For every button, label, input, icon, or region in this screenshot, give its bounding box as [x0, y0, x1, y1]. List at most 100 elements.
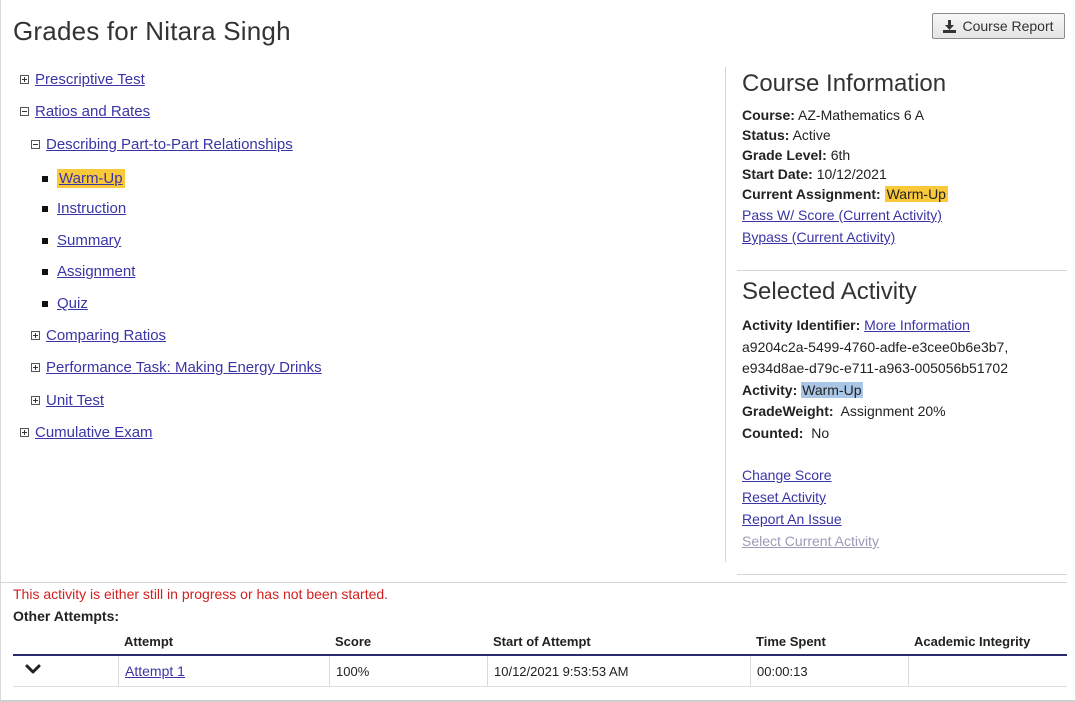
table-row: Attempt 1 100% 10/12/2021 9:53:53 AM 00:…: [13, 656, 1067, 687]
tree-node-assignment: Assignment: [42, 263, 135, 280]
course-value: AZ-Mathematics 6 A: [798, 107, 925, 123]
select-current-activity-link: Select Current Activity: [742, 533, 879, 549]
tree-link-comparing-ratios[interactable]: Comparing Ratios: [46, 327, 166, 344]
activity-identifier-line: Activity Identifier: More Information: [742, 317, 970, 333]
status-line: Status: Active: [742, 127, 831, 143]
status-label: Status:: [742, 127, 790, 143]
integrity-cell: [908, 656, 1067, 686]
column-header-academic-integrity: Academic Integrity: [914, 634, 1031, 649]
change-score-link[interactable]: Change Score: [742, 467, 832, 483]
tree-node-warm-up: Warm-Up: [42, 169, 125, 188]
tree-node-describing: Describing Part-to-Part Relationships: [31, 136, 293, 153]
other-attempts-heading: Other Attempts:: [13, 608, 120, 624]
start-date-line: Start Date: 10/12/2021: [742, 166, 887, 182]
bypass-link[interactable]: Bypass (Current Activity): [742, 229, 895, 245]
tree-node-ratios-and-rates: Ratios and Rates: [20, 103, 150, 120]
current-assignment-value: Warm-Up: [884, 186, 948, 202]
reset-activity-link[interactable]: Reset Activity: [742, 489, 826, 505]
bullet-icon: [42, 205, 48, 212]
tree-node-prescriptive-test: Prescriptive Test: [20, 71, 145, 88]
attempt-cell: Attempt 1: [118, 656, 329, 686]
tree-node-instruction: Instruction: [42, 200, 126, 217]
tree-link-prescriptive-test[interactable]: Prescriptive Test: [35, 71, 145, 88]
course-line: Course: AZ-Mathematics 6 A: [742, 107, 924, 123]
start-cell: 10/12/2021 9:53:53 AM: [487, 656, 750, 686]
activity-label: Activity:: [742, 382, 798, 398]
score-cell: 100%: [329, 656, 487, 686]
identifier-value-2: e934d8ae-d79c-e711-a963-005056b51702: [742, 360, 1008, 376]
status-message: This activity is either still in progres…: [13, 586, 389, 602]
tree-link-ratios-and-rates[interactable]: Ratios and Rates: [35, 103, 150, 120]
section-divider: [737, 574, 1067, 575]
expand-icon[interactable]: [31, 363, 40, 372]
expand-icon[interactable]: [20, 75, 29, 84]
grades-page: Grades for Nitara Singh Course Report Pr…: [0, 0, 1076, 702]
counted-value: No: [811, 425, 830, 441]
gradeweight-line: GradeWeight: Assignment 20%: [742, 403, 946, 419]
report-issue-line: Report An Issue: [742, 511, 842, 527]
expand-icon[interactable]: [31, 331, 40, 340]
column-header-time-spent: Time Spent: [756, 634, 826, 649]
course-label: Course:: [742, 107, 795, 123]
bullet-icon: [42, 268, 48, 275]
vertical-divider: [725, 67, 726, 562]
tree-link-instruction[interactable]: Instruction: [57, 200, 126, 217]
grade-level-line: Grade Level: 6th: [742, 147, 850, 163]
tree-link-quiz[interactable]: Quiz: [57, 295, 88, 312]
selected-activity-heading: Selected Activity: [742, 278, 917, 305]
current-assignment-line: Current Assignment: Warm-Up: [742, 186, 948, 202]
course-report-label: Course Report: [962, 18, 1054, 34]
grade-level-value: 6th: [830, 147, 851, 163]
expand-icon[interactable]: [31, 396, 40, 405]
tree-node-cumulative-exam: Cumulative Exam: [20, 424, 153, 441]
pass-with-score-link[interactable]: Pass W/ Score (Current Activity): [742, 207, 942, 223]
tree-link-cumulative-exam[interactable]: Cumulative Exam: [35, 424, 153, 441]
tree-link-summary[interactable]: Summary: [57, 232, 121, 249]
pass-with-score-line: Pass W/ Score (Current Activity): [742, 207, 942, 223]
course-info-heading: Course Information: [742, 70, 947, 97]
activity-identifier-label: Activity Identifier:: [742, 317, 861, 333]
tree-link-describing[interactable]: Describing Part-to-Part Relationships: [46, 136, 293, 153]
tree-node-performance-task: Performance Task: Making Energy Drinks: [31, 359, 322, 376]
tree-link-performance-task[interactable]: Performance Task: Making Energy Drinks: [46, 359, 322, 376]
download-icon: [943, 19, 957, 33]
start-date-label: Start Date:: [742, 166, 813, 182]
tree-link-assignment[interactable]: Assignment: [57, 263, 135, 280]
activity-line: Activity: Warm-Up: [742, 382, 863, 398]
start-date-value: 10/12/2021: [816, 166, 887, 182]
reset-activity-line: Reset Activity: [742, 489, 826, 505]
section-divider: [737, 270, 1067, 271]
current-assignment-label: Current Assignment:: [742, 186, 881, 202]
report-issue-link[interactable]: Report An Issue: [742, 511, 842, 527]
tree-link-unit-test[interactable]: Unit Test: [46, 392, 104, 409]
grade-level-label: Grade Level:: [742, 147, 827, 163]
tree-node-unit-test: Unit Test: [31, 392, 104, 409]
activity-value: Warm-Up: [801, 382, 863, 398]
tree-node-comparing-ratios: Comparing Ratios: [31, 327, 166, 344]
tree-node-quiz: Quiz: [42, 295, 88, 312]
course-report-button[interactable]: Course Report: [932, 13, 1065, 39]
change-score-line: Change Score: [742, 467, 832, 483]
bullet-icon: [42, 300, 48, 307]
tree-link-warm-up[interactable]: Warm-Up: [57, 169, 125, 188]
attempt-link[interactable]: Attempt 1: [125, 663, 185, 679]
collapse-icon[interactable]: [20, 107, 29, 116]
more-information-link[interactable]: More Information: [864, 317, 970, 333]
column-header-score: Score: [335, 634, 372, 649]
expand-icon[interactable]: [20, 428, 29, 437]
chevron-down-icon[interactable]: [25, 664, 41, 679]
column-header-start: Start of Attempt: [493, 634, 591, 649]
collapse-icon[interactable]: [31, 140, 40, 149]
select-current-line: Select Current Activity: [742, 533, 879, 549]
bypass-line: Bypass (Current Activity): [742, 229, 895, 245]
column-header-attempt: Attempt: [124, 634, 174, 649]
page-title: Grades for Nitara Singh: [13, 16, 291, 46]
time-spent-cell: 00:00:13: [750, 656, 908, 686]
bullet-icon: [42, 237, 48, 244]
bullet-icon: [42, 175, 48, 182]
gradeweight-label: GradeWeight:: [742, 403, 834, 419]
tree-node-summary: Summary: [42, 232, 121, 249]
counted-line: Counted: No: [742, 425, 829, 441]
identifier-value-1: a9204c2a-5499-4760-adfe-e3cee0b6e3b7,: [742, 339, 1009, 355]
bottom-divider: [1, 582, 1067, 583]
